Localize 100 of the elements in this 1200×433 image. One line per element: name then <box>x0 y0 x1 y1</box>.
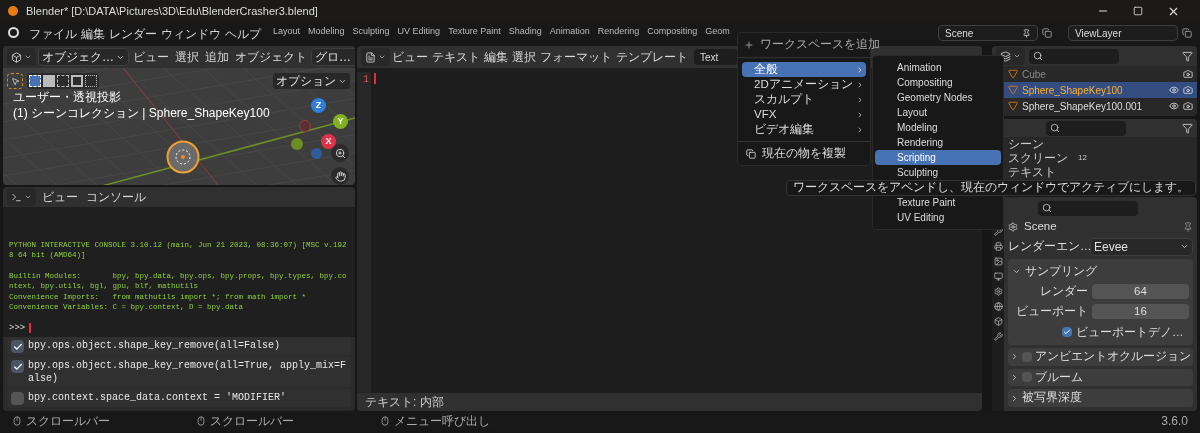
visibility-icon[interactable] <box>1169 85 1179 95</box>
render-engine-dropdown[interactable]: Eevee <box>1090 237 1193 256</box>
menu-item[interactable]: 編集 <box>79 25 107 43</box>
menu-item[interactable]: コンソール <box>84 188 148 206</box>
options-dropdown[interactable]: オプション <box>272 72 351 90</box>
copy-icon[interactable] <box>1042 28 1052 38</box>
menu-item[interactable]: ファイル <box>27 25 79 43</box>
workspace-tab[interactable]: Layout <box>269 25 305 37</box>
menu-item[interactable]: Modeling <box>875 120 1001 135</box>
workspace-tab[interactable]: Texture Paint <box>444 25 505 37</box>
properties-tab-icon[interactable] <box>993 227 1003 236</box>
menu-item[interactable]: Scripting <box>875 150 1001 165</box>
mode-dropdown[interactable]: オブジェク… <box>38 48 129 66</box>
checkbox[interactable] <box>1062 327 1072 338</box>
workspace-tab[interactable]: Sculpting <box>348 25 394 37</box>
properties-tab-icon[interactable] <box>993 302 1003 311</box>
orientation-dropdown[interactable]: グロ… <box>311 48 355 66</box>
menu-item[interactable]: ヘルプ <box>223 25 263 43</box>
menu-item[interactable]: ウィンドウ <box>159 25 223 43</box>
plus-icon <box>744 40 754 50</box>
search-field[interactable] <box>1029 48 1119 64</box>
report-row[interactable]: bpy.context.space_data.context = 'MODIFIER' <box>7 389 351 407</box>
report-row[interactable]: bpy.ops.object.shape_key_remove(all=True, apply_mix=F alse) <box>7 357 351 387</box>
menu-item[interactable]: オブジェクト <box>233 48 309 66</box>
filter-icon[interactable] <box>1182 50 1193 62</box>
menu-item[interactable]: テンプレート <box>614 48 690 66</box>
editor-type-button[interactable] <box>361 48 390 66</box>
menu-item[interactable]: ビュー <box>40 188 80 206</box>
panel-header[interactable]: サンプリング <box>1012 262 1189 281</box>
menu-item[interactable]: レンダー <box>107 25 159 43</box>
object-name: Sphere_ShapeKey100.001 <box>1022 99 1143 114</box>
terminal-icon <box>11 191 22 203</box>
cursor-tool-icon[interactable] <box>7 73 23 89</box>
search-icon <box>1042 203 1052 214</box>
menu-item[interactable]: フォーマット <box>538 48 614 66</box>
properties-tab-icon[interactable] <box>993 242 1003 251</box>
visibility-icon[interactable] <box>1169 101 1179 111</box>
count-text: 12 <box>1078 152 1087 164</box>
menu-item[interactable]: VFX <box>742 107 866 122</box>
workspace-tab[interactable]: UV Editing <box>393 25 445 37</box>
camera-icon[interactable] <box>1183 85 1193 95</box>
properties-tab-icon[interactable] <box>993 287 1003 296</box>
workspace-tab[interactable]: Geom <box>701 25 734 37</box>
camera-icon[interactable] <box>1183 101 1193 111</box>
mouse-icon <box>380 416 390 426</box>
scene-name: Scene <box>1024 219 1057 235</box>
menu-item[interactable]: テキスト <box>430 48 482 66</box>
properties-tab-icon[interactable] <box>993 257 1003 266</box>
menu-item[interactable]: 現在の物を複製 <box>738 146 870 161</box>
view-layer-field[interactable]: ViewLayer <box>1068 25 1178 41</box>
menu-item[interactable]: ビュー <box>390 48 430 66</box>
workspace-tab[interactable]: Modeling <box>304 25 349 37</box>
menu-item[interactable]: 全般 <box>742 62 866 77</box>
axis-label: Y <box>333 114 348 129</box>
text-name-field[interactable]: Text <box>694 49 738 65</box>
search-field[interactable] <box>1038 201 1138 216</box>
cube-icon <box>11 51 22 63</box>
console-prompt: >>> <box>9 322 26 333</box>
number-field[interactable]: 64 <box>1092 284 1189 300</box>
number-field[interactable]: 16 <box>1092 304 1189 320</box>
menu-item[interactable]: Texture Paint <box>875 195 1001 210</box>
panel-header[interactable]: アンビエントオクルージョン <box>1008 347 1193 366</box>
checkbox[interactable] <box>11 360 24 373</box>
pin-icon[interactable] <box>1183 221 1193 232</box>
checkbox[interactable] <box>11 340 24 353</box>
maximize-icon[interactable] <box>1133 6 1143 16</box>
data-block-name: シーン <box>1008 137 1045 151</box>
hand-icon[interactable] <box>331 167 349 185</box>
properties-tab-icon[interactable] <box>993 317 1003 326</box>
properties-tab-icon[interactable] <box>993 332 1003 341</box>
menu-item[interactable]: スカルプト <box>742 92 866 107</box>
panel-header[interactable]: ブルーム <box>1008 368 1193 387</box>
selection-mode-icons[interactable] <box>27 73 99 89</box>
checkbox[interactable] <box>11 392 24 405</box>
editor-type-button[interactable] <box>7 188 36 206</box>
copy-icon[interactable] <box>1182 28 1192 38</box>
zoom-icon[interactable] <box>331 144 349 162</box>
editor-type-button[interactable] <box>7 48 36 66</box>
menu-item[interactable]: 2Dアニメーション <box>742 77 866 92</box>
workspace-tab[interactable]: Shading <box>504 25 546 37</box>
panel-header[interactable]: 被写界深度 <box>1008 389 1193 407</box>
menu-item[interactable]: ビデオ編集 <box>742 122 866 137</box>
menu-item[interactable]: 選択 <box>510 48 538 66</box>
menu-item[interactable]: 選択 <box>173 48 201 66</box>
menu-item[interactable]: ビュー <box>131 48 171 66</box>
menu-item[interactable]: UV Editing <box>875 210 1001 225</box>
report-text: bpy.ops.object.shape_key_remove(all=True, apply_mix=F alse) <box>28 359 347 385</box>
properties-tab-icon[interactable] <box>993 272 1003 281</box>
filter-icon[interactable] <box>1182 122 1193 134</box>
menu-item[interactable]: 編集 <box>482 48 510 66</box>
scene-field[interactable]: Scene <box>938 25 1038 41</box>
viewport-info-text: ユーザー・透視投影 <box>13 89 122 105</box>
workspace-tab[interactable]: Rendering <box>593 25 644 37</box>
report-row[interactable]: bpy.ops.object.shape_key_remove(all=False) <box>7 337 351 355</box>
workspace-tab[interactable]: Compositing <box>643 25 702 37</box>
menu-item[interactable]: 追加 <box>203 48 231 66</box>
workspace-tab[interactable]: Animation <box>545 25 594 37</box>
status-text: メニュー呼び出し <box>394 413 490 430</box>
selected-sphere-icon <box>166 140 200 174</box>
search-field[interactable] <box>1046 120 1126 136</box>
